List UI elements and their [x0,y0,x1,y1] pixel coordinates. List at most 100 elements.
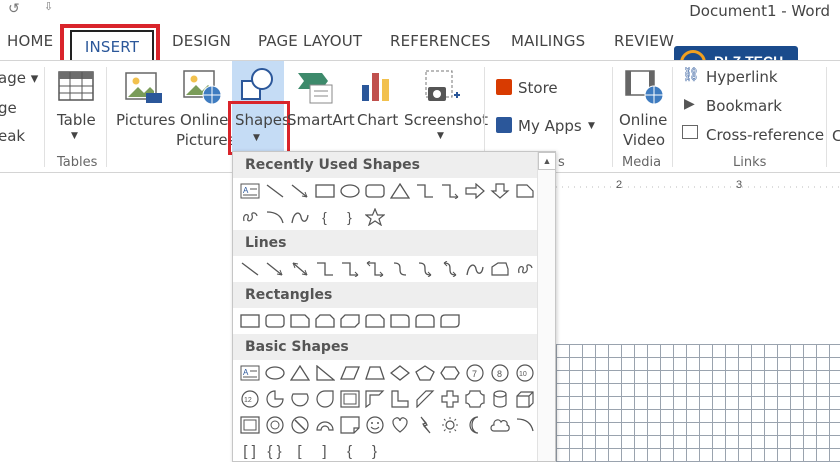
arrow-line-shape-icon[interactable] [287,180,312,202]
tab-design[interactable]: DESIGN [172,32,231,50]
star-shape-icon[interactable] [362,206,387,228]
snip-and-round-rectangle-shape-icon[interactable] [362,310,387,332]
snip-diagonal-corner-rectangle-shape-icon[interactable] [337,310,362,332]
plaque-shape-icon[interactable] [462,388,487,410]
no-symbol-shape-icon[interactable] [287,414,312,436]
curved-connector-shape-icon[interactable] [387,258,412,280]
dropdown-scrollbar[interactable]: ▲ [537,152,555,461]
lightning-bolt-shape-icon[interactable] [412,414,437,436]
right-brace-shape-icon[interactable]: } [337,206,362,228]
rectangle-shape-icon[interactable] [237,310,262,332]
heptagon-shape-icon[interactable]: 7 [462,362,487,384]
diagonal-stripe-shape-icon[interactable] [412,388,437,410]
elbow-arrow-connector-shape-icon[interactable] [337,258,362,280]
elbow-double-arrow-connector-shape-icon[interactable] [362,258,387,280]
smiley-face-shape-icon[interactable] [362,414,387,436]
rounded-rectangle-shape-icon[interactable] [262,310,287,332]
can-shape-icon[interactable] [487,388,512,410]
snip-same-side-corner-rectangle-shape-icon[interactable] [312,310,337,332]
elbow-connector-shape-icon[interactable] [312,258,337,280]
donut-shape-icon[interactable] [262,414,287,436]
tab-home[interactable]: HOME [7,32,53,50]
screenshot-button[interactable]: Screenshot [404,111,488,129]
bookmark-button[interactable]: Bookmark [706,97,782,115]
heart-shape-icon[interactable] [387,414,412,436]
left-brace-shape-icon[interactable]: { [312,206,337,228]
horizontal-ruler[interactable]: 2 3 [556,178,840,196]
triangle-shape-icon[interactable] [287,362,312,384]
double-bracket-shape-icon[interactable]: [ ] [237,440,262,461]
cloud-shape-icon[interactable] [487,414,512,436]
round-diagonal-corner-rectangle-shape-icon[interactable] [437,310,462,332]
textbox-shape-icon[interactable]: A [237,362,262,384]
tab-mailings[interactable]: MAILINGS [511,32,585,50]
right-arrow-shape-icon[interactable] [462,180,487,202]
table-button[interactable]: Table [57,111,96,129]
triangle-shape-icon[interactable] [387,180,412,202]
arc-shape-icon[interactable] [262,206,287,228]
left-bracket-shape-icon[interactable]: [ [287,440,312,461]
moon-shape-icon[interactable] [462,414,487,436]
trapezoid-shape-icon[interactable] [362,362,387,384]
sun-shape-icon[interactable] [437,414,462,436]
freeform-shape-icon[interactable] [487,258,512,280]
curved-double-arrow-connector-shape-icon[interactable] [437,258,462,280]
scribble-shape-icon[interactable] [237,206,262,228]
tab-references[interactable]: REFERENCES [390,32,491,50]
hyperlink-button[interactable]: Hyperlink [706,68,778,86]
frame-shape-icon[interactable] [337,388,362,410]
store-button[interactable]: Store [518,79,558,97]
curve-shape-icon[interactable] [287,206,312,228]
diamond-shape-icon[interactable] [387,362,412,384]
pictures-button[interactable]: Pictures [116,111,175,129]
line-shape-icon[interactable] [237,258,262,280]
double-arrow-line-shape-icon[interactable] [287,258,312,280]
scribble-shape-icon[interactable] [512,258,537,280]
tab-review[interactable]: REVIEW [614,32,674,50]
page-break-fragment-3[interactable]: eak [0,127,25,145]
pie-shape-icon[interactable] [262,388,287,410]
my-apps-chevron-down-icon[interactable]: ▼ [588,121,595,131]
right-brace-shape-icon[interactable]: } [362,440,387,461]
block-arc-shape-icon[interactable] [312,414,337,436]
screenshot-chevron-down-icon[interactable]: ▼ [437,131,444,141]
double-brace-shape-icon[interactable]: { } [262,440,287,461]
customize-quick-access-icon[interactable]: ⇩ [44,0,53,13]
undo-icon[interactable]: ↺ [8,0,20,17]
online-video-button[interactable]: Online [619,111,667,129]
arc-shape-icon[interactable] [512,414,537,436]
page-break-fragment-2[interactable]: ge [0,99,17,117]
elbow-arrow-connector-shape-icon[interactable] [437,180,462,202]
gridlines-canvas[interactable] [556,344,840,462]
online-pictures-button[interactable]: Online [180,111,228,129]
tab-page-layout[interactable]: PAGE LAYOUT [258,32,362,50]
arrow-line-shape-icon[interactable] [262,258,287,280]
parallelogram-shape-icon[interactable] [337,362,362,384]
my-apps-button[interactable]: My Apps [518,117,582,135]
dodecagon-shape-icon[interactable]: 12 [237,388,262,410]
right-triangle-shape-icon[interactable] [312,362,337,384]
right-bracket-shape-icon[interactable]: ] [312,440,337,461]
down-arrow-shape-icon[interactable] [487,180,512,202]
cross-shape-icon[interactable] [437,388,462,410]
cross-reference-button[interactable]: Cross-reference [706,126,824,144]
half-frame-shape-icon[interactable] [362,388,387,410]
round-same-side-corner-rectangle-shape-icon[interactable] [412,310,437,332]
oval-shape-icon[interactable] [262,362,287,384]
folded-corner-shape-icon[interactable] [337,414,362,436]
page-break-fragment-1[interactable]: age ▾ [0,69,38,87]
l-shape-icon[interactable] [387,388,412,410]
chart-button[interactable]: Chart [357,111,398,129]
textbox-shape-icon[interactable]: A [237,180,262,202]
oval-shape-icon[interactable] [337,180,362,202]
round-single-corner-rectangle-shape-icon[interactable] [387,310,412,332]
elbow-connector-shape-icon[interactable] [412,180,437,202]
snip-single-corner-rectangle-shape-icon[interactable] [287,310,312,332]
scroll-up-icon[interactable]: ▲ [538,152,555,170]
table-chevron-down-icon[interactable]: ▼ [71,131,78,141]
teardrop-shape-icon[interactable] [312,388,337,410]
comment-fragment[interactable]: C [832,127,840,145]
rectangle-shape-icon[interactable] [312,180,337,202]
left-brace-shape-icon[interactable]: { [337,440,362,461]
hexagon-shape-icon[interactable] [437,362,462,384]
